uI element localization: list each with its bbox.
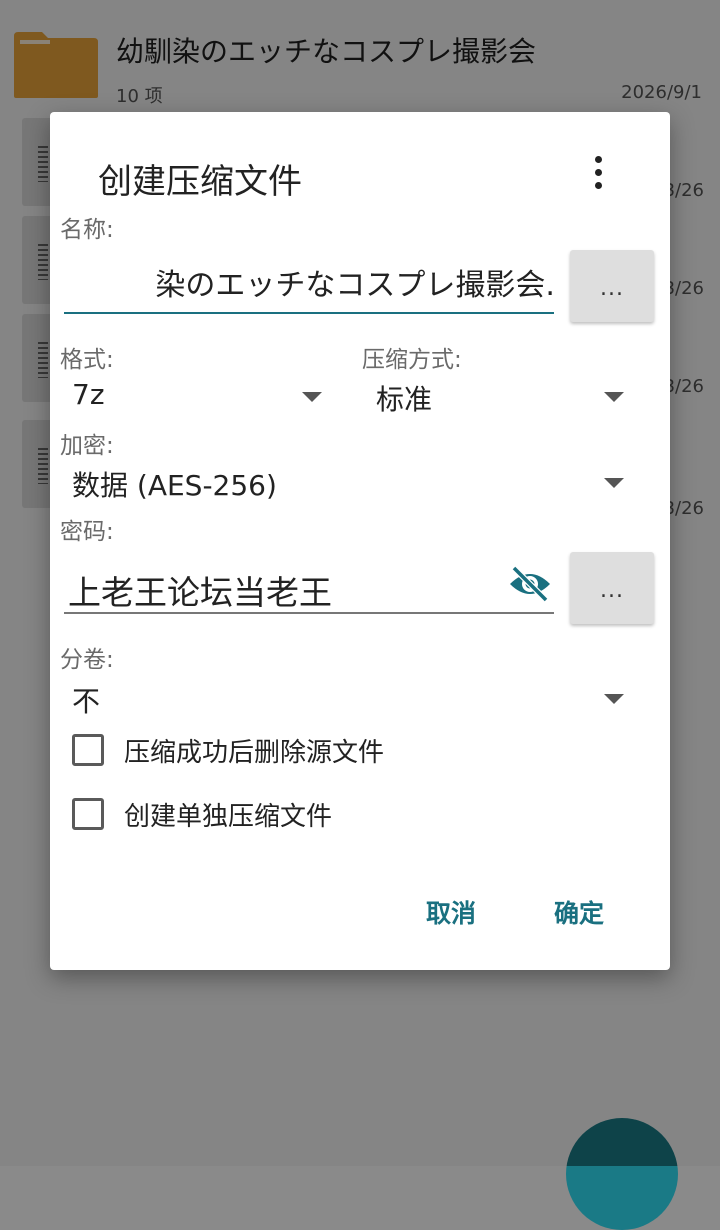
method-value: 标准 (376, 383, 433, 416)
separate-archive-checkbox[interactable] (72, 798, 104, 830)
cancel-button[interactable]: 取消 (426, 894, 476, 930)
more-vert-icon[interactable] (580, 150, 616, 194)
encryption-select[interactable]: 数据 (AES-256) (60, 460, 634, 504)
name-browse-button[interactable]: ... (570, 250, 654, 322)
delete-source-label: 压缩成功后删除源文件 (124, 738, 385, 768)
chevron-down-icon (604, 392, 624, 402)
split-value: 不 (72, 685, 101, 718)
format-value: 7z (72, 378, 105, 411)
password-label: 密码: (60, 519, 114, 545)
create-archive-dialog: 创建压缩文件 名称: 染のエッチなコスプレ撮影会.7 ... 格式: 7z 压缩… (50, 112, 670, 970)
archive-name-value: 染のエッチなコスプレ撮影会.7 (155, 268, 554, 303)
password-input[interactable]: 上老王论坛当老王 (64, 560, 554, 614)
format-label: 格式: (60, 347, 114, 373)
encryption-value: 数据 (AES-256) (72, 469, 277, 502)
password-browse-button[interactable]: ... (570, 552, 654, 624)
split-label: 分卷: (60, 647, 114, 673)
chevron-down-icon (302, 392, 322, 402)
encryption-label: 加密: (60, 433, 114, 459)
chevron-down-icon (604, 478, 624, 488)
dialog-title: 创建压缩文件 (98, 162, 302, 202)
separate-archive-label: 创建单独压缩文件 (124, 802, 333, 832)
name-label: 名称: (60, 217, 114, 243)
format-select[interactable]: 7z (60, 374, 330, 418)
compression-method-select[interactable]: 标准 (364, 374, 634, 418)
chevron-down-icon (604, 694, 624, 704)
delete-source-checkbox[interactable] (72, 734, 104, 766)
password-value: 上老王论坛当老王 (68, 573, 332, 612)
method-label: 压缩方式: (362, 347, 462, 373)
visibility-off-icon[interactable] (508, 564, 552, 604)
archive-name-input[interactable]: 染のエッチなコスプレ撮影会.7 (64, 260, 554, 314)
split-volume-select[interactable]: 不 (60, 676, 634, 720)
ok-button[interactable]: 确定 (554, 894, 604, 930)
